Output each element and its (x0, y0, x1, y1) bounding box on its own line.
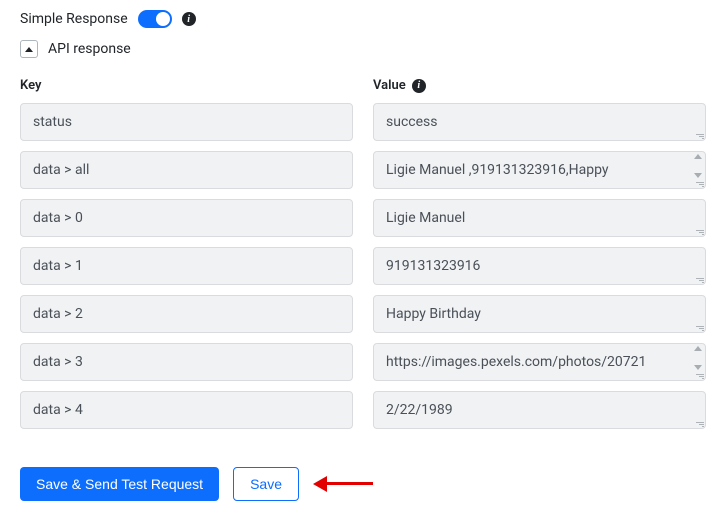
resize-grip-icon[interactable] (694, 321, 704, 331)
simple-response-row: Simple Response i (20, 10, 706, 28)
key-list: status data > all data > 0 data > 1 data > 2… (20, 103, 353, 429)
value-column-header: Value i (373, 78, 706, 93)
key-column: Key status data > all data > 0 data > 1 data… (20, 78, 353, 439)
annotation-arrow (313, 477, 373, 491)
info-icon[interactable]: i (412, 79, 426, 93)
key-field[interactable]: status (20, 103, 353, 141)
resize-grip-icon[interactable] (694, 273, 704, 283)
key-field[interactable]: data > 1 (20, 247, 353, 285)
value-field[interactable]: Ligie Manuel ,919131323916,Happy (373, 151, 706, 189)
key-field[interactable]: data > 2 (20, 295, 353, 333)
value-field[interactable]: 919131323916 (373, 247, 706, 285)
key-header-text: Key (20, 78, 41, 93)
toggle-knob (156, 12, 170, 26)
save-button[interactable]: Save (233, 467, 299, 501)
value-field[interactable]: 2/22/1989 (373, 391, 706, 429)
value-field[interactable]: Ligie Manuel (373, 199, 706, 237)
scroll-indicator[interactable] (693, 154, 703, 178)
resize-grip-icon[interactable] (694, 225, 704, 235)
api-response-title: API response (48, 41, 131, 57)
resize-grip-icon[interactable] (694, 129, 704, 139)
key-field[interactable]: data > 4 (20, 391, 353, 429)
arrow-head-icon (313, 476, 327, 492)
key-field[interactable]: data > 0 (20, 199, 353, 237)
key-column-header: Key (20, 78, 353, 93)
simple-response-label: Simple Response (20, 11, 128, 27)
simple-response-toggle[interactable] (138, 10, 172, 28)
footer-actions: Save & Send Test Request Save (20, 467, 706, 501)
key-field[interactable]: data > all (20, 151, 353, 189)
resize-grip-icon[interactable] (694, 417, 704, 427)
arrow-line (327, 482, 373, 485)
value-field[interactable]: Happy Birthday (373, 295, 706, 333)
resize-grip-icon[interactable] (694, 369, 704, 379)
scroll-indicator[interactable] (693, 346, 703, 370)
api-response-section-header: API response (20, 40, 706, 58)
chevron-up-icon (25, 47, 33, 52)
save-send-button[interactable]: Save & Send Test Request (20, 467, 219, 501)
key-field[interactable]: data > 3 (20, 343, 353, 381)
value-list: success Ligie Manuel ,919131323916,Happy L… (373, 103, 706, 429)
value-field[interactable]: success (373, 103, 706, 141)
kv-columns: Key status data > all data > 0 data > 1 data… (20, 78, 706, 439)
value-header-text: Value (373, 78, 406, 93)
value-field[interactable]: https://images.pexels.com/photos/20721 (373, 343, 706, 381)
resize-grip-icon[interactable] (694, 177, 704, 187)
value-column: Value i success Ligie Manuel ,91913132391… (373, 78, 706, 439)
collapse-toggle[interactable] (20, 40, 38, 58)
info-icon[interactable]: i (182, 12, 196, 26)
